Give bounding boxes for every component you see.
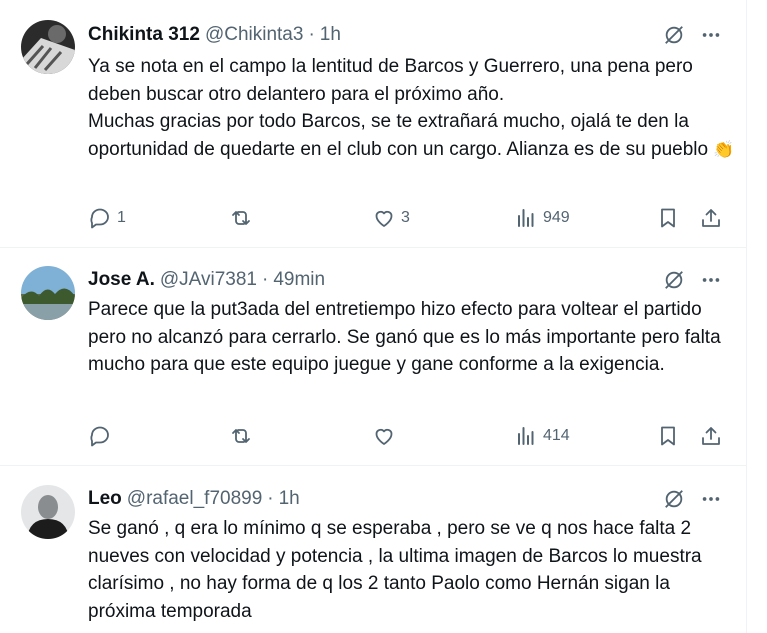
more-button[interactable] <box>697 485 725 513</box>
timestamp[interactable]: 49min <box>273 269 325 291</box>
share-icon <box>702 427 720 445</box>
more-icon <box>702 33 720 37</box>
bookmark-icon <box>661 426 675 446</box>
avatar-photo-dark-icon <box>21 20 75 74</box>
avatar[interactable] <box>21 20 75 74</box>
retweet-button[interactable] <box>229 421 258 451</box>
user-name[interactable]: Chikinta 312 <box>88 24 200 46</box>
clapping-hands-emoji: 👏 <box>713 139 735 160</box>
tweet[interactable]: Jose A. @JAvi7381 · 49min Parece que la … <box>0 248 746 466</box>
more-icon <box>702 497 720 501</box>
heart-icon <box>375 210 393 227</box>
more-button[interactable] <box>697 266 725 294</box>
separator-dot: · <box>262 269 269 290</box>
separator-dot: · <box>308 24 315 45</box>
bookmark-button[interactable] <box>656 203 680 233</box>
tweet-header: Chikinta 312 @Chikinta3 · 1h <box>88 22 341 48</box>
timestamp[interactable]: 1h <box>320 24 341 46</box>
views-button[interactable]: 949 <box>514 203 570 233</box>
grok-button[interactable] <box>660 485 688 513</box>
like-count: 3 <box>401 209 410 226</box>
tweet-text-paragraph: Se ganó , q era lo mínimo q se esperaba … <box>88 518 702 622</box>
retweet-icon <box>232 211 250 225</box>
share-button[interactable] <box>699 203 723 233</box>
tweet-text-span: Muchas gracias por todo Barcos, se te ex… <box>88 111 709 160</box>
share-button[interactable] <box>699 421 723 451</box>
user-name[interactable]: Jose A. <box>88 269 155 291</box>
reply-button[interactable] <box>88 421 117 451</box>
views-count: 949 <box>543 209 570 226</box>
share-icon <box>702 209 720 227</box>
user-handle[interactable]: @JAvi7381 <box>160 269 257 291</box>
reply-icon <box>90 426 109 447</box>
bookmark-icon <box>661 208 675 228</box>
tweet-feed: Chikinta 312 @Chikinta3 · 1h Ya se nota … <box>0 0 767 633</box>
more-icon <box>702 278 720 282</box>
retweet-icon <box>232 429 250 443</box>
user-handle[interactable]: @Chikinta3 <box>205 24 304 46</box>
grok-button[interactable] <box>660 21 688 49</box>
tweet-header: Jose A. @JAvi7381 · 49min <box>88 267 325 293</box>
reply-button[interactable]: 1 <box>88 203 126 233</box>
tweet-header: Leo @rafael_f70899 · 1h <box>88 486 300 512</box>
like-button[interactable]: 3 <box>372 203 410 233</box>
reply-count: 1 <box>117 209 126 226</box>
tweet-text: Ya se nota en el campo la lentitud de Ba… <box>88 53 738 164</box>
grok-icon <box>665 490 683 508</box>
views-icon <box>518 427 534 445</box>
avatar[interactable] <box>21 266 75 320</box>
avatar[interactable] <box>21 485 75 539</box>
tweet[interactable]: Leo @rafael_f70899 · 1h Se ganó , q era … <box>0 466 746 633</box>
views-count: 414 <box>543 427 570 444</box>
grok-button[interactable] <box>660 266 688 294</box>
bookmark-button[interactable] <box>656 421 680 451</box>
more-button[interactable] <box>697 21 725 49</box>
user-handle[interactable]: @rafael_f70899 <box>127 488 263 510</box>
timestamp[interactable]: 1h <box>279 488 300 510</box>
tweet-text-paragraph: Parece que la put3ada del entretiempo hi… <box>88 299 721 375</box>
tweet-text-paragraph: Muchas gracias por todo Barcos, se te ex… <box>88 108 738 164</box>
grok-icon <box>665 271 683 289</box>
column-divider <box>746 0 747 633</box>
tweet[interactable]: Chikinta 312 @Chikinta3 · 1h Ya se nota … <box>0 0 746 248</box>
views-button[interactable]: 414 <box>514 421 570 451</box>
reply-icon <box>90 208 109 229</box>
separator-dot: · <box>267 488 274 509</box>
grok-icon <box>665 26 683 44</box>
user-name[interactable]: Leo <box>88 488 122 510</box>
tweet-text: Se ganó , q era lo mínimo q se esperaba … <box>88 515 738 625</box>
like-button[interactable] <box>372 421 401 451</box>
views-icon <box>518 209 534 227</box>
tweet-actions: 1 3 949 <box>88 203 728 233</box>
avatar-photo-person-icon <box>21 485 75 539</box>
avatar-photo-landscape-icon <box>21 266 75 320</box>
tweet-text: Parece que la put3ada del entretiempo hi… <box>88 296 738 379</box>
tweet-text-paragraph: Ya se nota en el campo la lentitud de Ba… <box>88 56 693 105</box>
heart-icon <box>375 428 393 445</box>
tweet-actions: 414 <box>88 421 728 451</box>
retweet-button[interactable] <box>229 203 258 233</box>
